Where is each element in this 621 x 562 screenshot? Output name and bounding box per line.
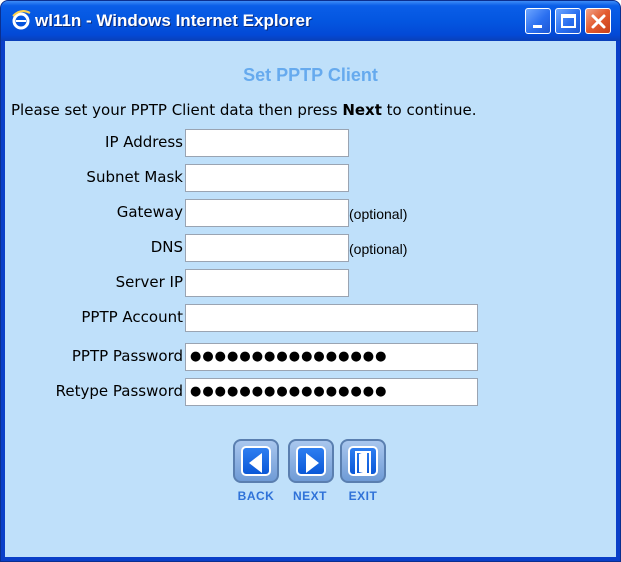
next-label[interactable]: NEXT bbox=[280, 489, 340, 503]
next-button[interactable] bbox=[288, 439, 334, 483]
instruction-next-word: Next bbox=[342, 101, 382, 119]
internet-explorer-icon bbox=[12, 10, 31, 30]
maximize-button[interactable] bbox=[555, 8, 581, 34]
instruction-prefix: Please set your PPTP Client data then pr… bbox=[11, 101, 343, 119]
back-button[interactable] bbox=[233, 439, 279, 483]
back-arrow-icon bbox=[249, 453, 262, 473]
ip-address-label: IP Address bbox=[105, 133, 183, 151]
dns-label: DNS bbox=[150, 238, 183, 256]
exit-label[interactable]: EXIT bbox=[333, 489, 393, 503]
back-label[interactable]: BACK bbox=[226, 489, 286, 503]
minimize-icon bbox=[533, 25, 542, 28]
exit-button[interactable] bbox=[340, 439, 386, 483]
next-arrow-icon bbox=[306, 453, 319, 473]
pptp-password-row: PPTP Password ●●●●●●●●●●●●●●●● bbox=[5, 343, 616, 371]
maximize-icon bbox=[561, 14, 576, 28]
close-button[interactable] bbox=[585, 8, 611, 34]
gateway-optional-note: (optional) bbox=[349, 206, 408, 222]
ip-address-row: IP Address bbox=[5, 129, 616, 157]
pptp-password-input[interactable]: ●●●●●●●●●●●●●●●● bbox=[185, 343, 478, 371]
dns-input[interactable] bbox=[185, 234, 349, 262]
page-content: Set PPTP Client Please set your PPTP Cli… bbox=[5, 41, 616, 557]
server-ip-input[interactable] bbox=[185, 269, 349, 297]
server-ip-row: Server IP bbox=[5, 269, 616, 297]
gateway-row: Gateway (optional) bbox=[5, 199, 616, 227]
pptp-account-row: PPTP Account bbox=[5, 304, 616, 332]
gateway-label: Gateway bbox=[116, 203, 183, 221]
retype-password-label: Retype Password bbox=[55, 382, 183, 400]
ip-address-input[interactable] bbox=[185, 129, 349, 157]
exit-door-icon bbox=[355, 451, 371, 475]
dns-row: DNS (optional) bbox=[5, 234, 616, 262]
instruction-suffix: to continue. bbox=[381, 101, 477, 119]
subnet-mask-input[interactable] bbox=[185, 164, 349, 192]
page-title: Set PPTP Client bbox=[243, 65, 378, 85]
minimize-button[interactable] bbox=[525, 8, 551, 34]
pptp-password-label: PPTP Password bbox=[71, 347, 183, 365]
retype-password-input[interactable]: ●●●●●●●●●●●●●●●● bbox=[185, 378, 478, 406]
subnet-mask-row: Subnet Mask bbox=[5, 164, 616, 192]
window-title: wl11n - Windows Internet Explorer bbox=[35, 11, 312, 30]
close-icon bbox=[591, 14, 606, 29]
server-ip-label: Server IP bbox=[115, 273, 183, 291]
subnet-mask-label: Subnet Mask bbox=[86, 168, 183, 186]
dns-optional-note: (optional) bbox=[349, 241, 408, 257]
browser-window: wl11n - Windows Internet Explorer Set PP… bbox=[0, 0, 621, 562]
instruction-text: Please set your PPTP Client data then pr… bbox=[11, 101, 611, 119]
retype-password-row: Retype Password ●●●●●●●●●●●●●●●● bbox=[5, 378, 616, 406]
pptp-account-input[interactable] bbox=[185, 304, 478, 332]
pptp-account-label: PPTP Account bbox=[81, 308, 183, 326]
gateway-input[interactable] bbox=[185, 199, 349, 227]
title-bar[interactable]: wl11n - Windows Internet Explorer bbox=[1, 1, 620, 41]
